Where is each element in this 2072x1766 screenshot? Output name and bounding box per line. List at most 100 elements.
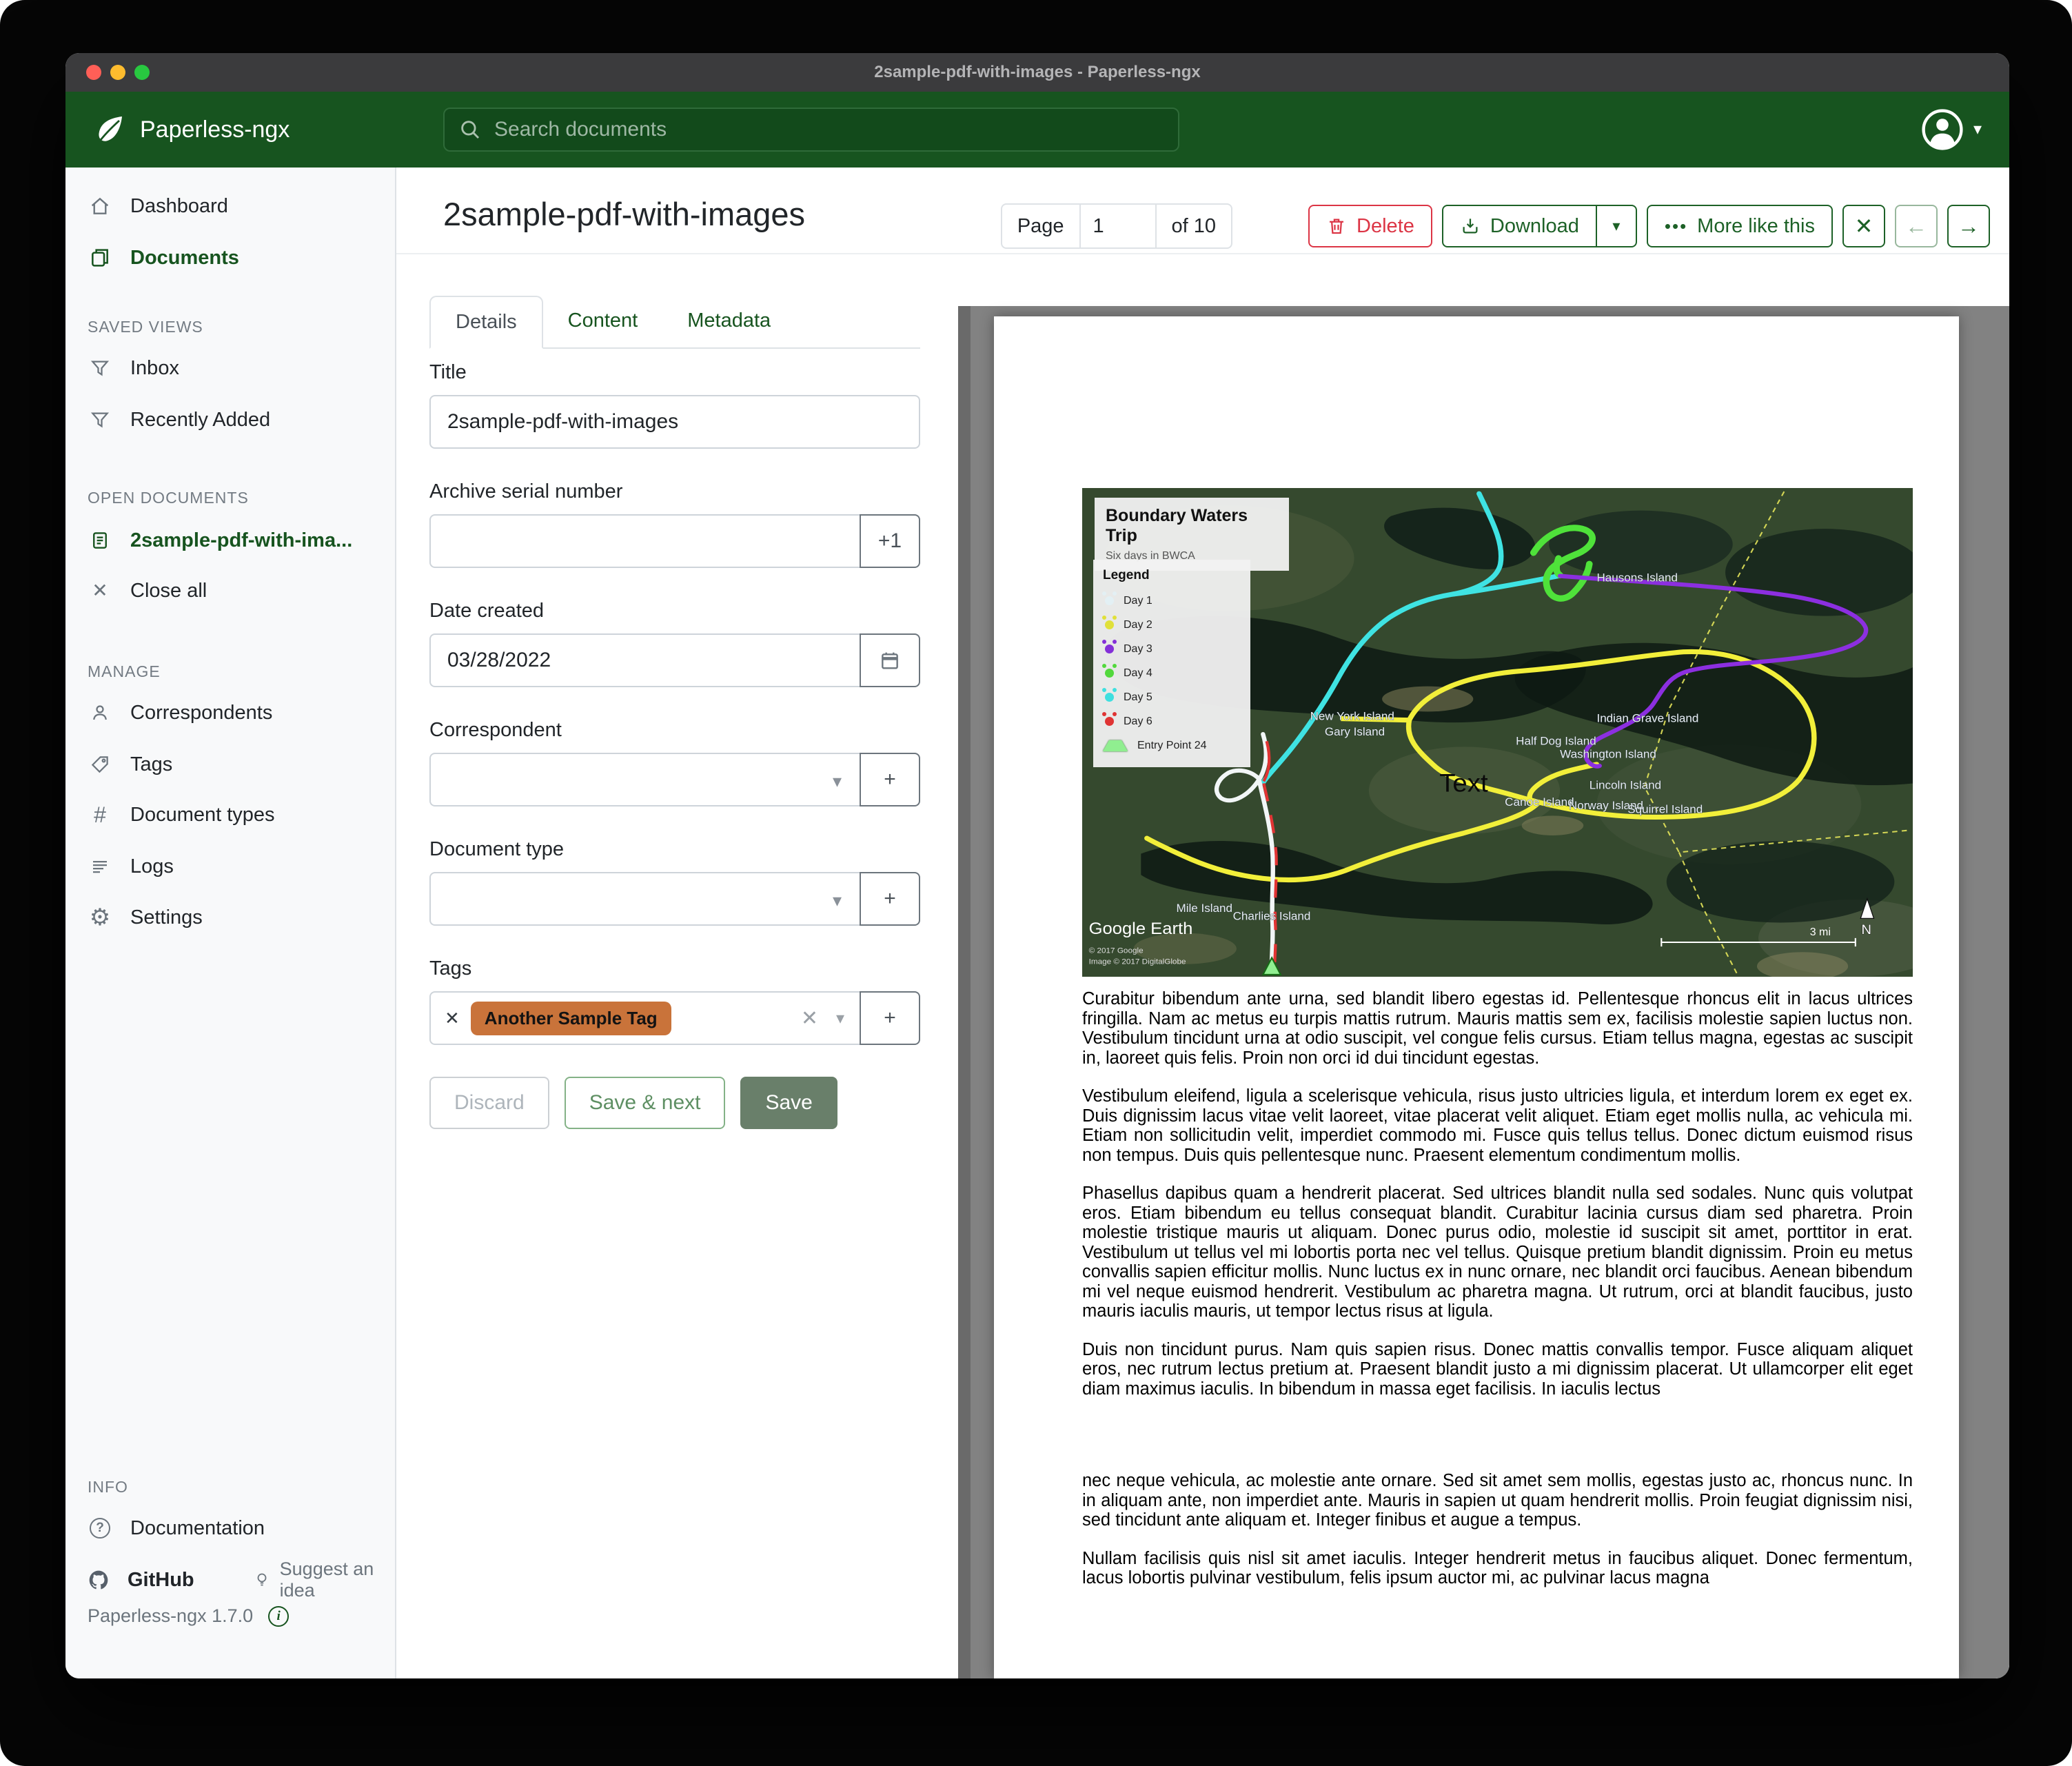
search-input[interactable] xyxy=(493,117,1164,142)
tags-select[interactable]: ✕ Another Sample Tag ✕ ▾ xyxy=(429,991,860,1045)
github-icon xyxy=(88,1569,110,1591)
tab-details[interactable]: Details xyxy=(429,296,543,349)
avatar-icon xyxy=(1921,108,1964,151)
map-label-island: Charlies Island xyxy=(1233,910,1311,923)
arrow-left-icon: ← xyxy=(1905,214,1927,239)
info-icon[interactable]: i xyxy=(268,1606,289,1627)
window-titlebar[interactable]: 2sample-pdf-with-images - Paperless-ngx xyxy=(65,53,2009,92)
lightbulb-icon xyxy=(254,1570,270,1590)
sidebar-item-inbox[interactable]: Inbox xyxy=(65,347,395,389)
save-button[interactable]: Save xyxy=(740,1077,837,1129)
remove-tag-icon[interactable]: ✕ xyxy=(445,1008,460,1029)
list-icon xyxy=(88,856,112,877)
sidebar-item-document-types[interactable]: # Document types xyxy=(65,794,395,835)
sidebar-item-close-all[interactable]: ✕ Close all xyxy=(65,570,395,611)
page-navigator: Page of 10 xyxy=(1001,203,1232,249)
page-break-gap xyxy=(1082,1417,1913,1471)
sidebar-item-label: Inbox xyxy=(130,357,179,380)
sidebar-section-info: INFO xyxy=(88,1478,128,1496)
more-like-this-button[interactable]: ••• More like this xyxy=(1647,205,1833,247)
sidebar-item-dashboard[interactable]: Dashboard xyxy=(65,185,395,227)
preview-scroll-edge[interactable] xyxy=(958,306,971,1678)
sidebar-item-open-document[interactable]: 2sample-pdf-with-ima... xyxy=(65,520,395,561)
download-options-button[interactable]: ▾ xyxy=(1597,205,1637,247)
documents-icon xyxy=(88,247,112,269)
tags-label: Tags xyxy=(429,957,920,980)
user-menu[interactable]: ▾ xyxy=(1921,92,1982,168)
title-label: Title xyxy=(429,361,920,384)
pdf-page: Hausons Island New York Island Gary Isla… xyxy=(994,316,1959,1678)
paragraph: Curabitur bibendum ante urna, sed blandi… xyxy=(1082,989,1913,1068)
sidebar-item-logs[interactable]: Logs xyxy=(65,846,395,887)
sidebar-section-saved-views: SAVED VIEWS xyxy=(88,318,203,336)
close-window-icon[interactable] xyxy=(86,65,101,80)
sidebar-item-label: Close all xyxy=(130,580,207,602)
discard-button[interactable]: Discard xyxy=(429,1077,549,1129)
sidebar-item-github[interactable]: GitHub Suggest an idea xyxy=(65,1559,395,1601)
sidebar-item-label: Documents xyxy=(130,247,239,270)
user-menu-caret-icon: ▾ xyxy=(1973,121,1982,138)
sidebar-item-recently-added[interactable]: Recently Added xyxy=(65,399,395,440)
next-document-button[interactable]: → xyxy=(1947,205,1990,247)
delete-button[interactable]: Delete xyxy=(1308,205,1432,247)
zoom-window-icon[interactable] xyxy=(134,65,150,80)
asn-input[interactable] xyxy=(429,514,860,568)
close-document-button[interactable]: ✕ xyxy=(1842,205,1885,247)
title-input[interactable] xyxy=(429,395,920,449)
legend-item: Day 6 xyxy=(1103,709,1241,733)
sidebar-item-documents[interactable]: Documents xyxy=(65,237,395,278)
tab-content[interactable]: Content xyxy=(543,296,663,347)
asn-next-button[interactable]: +1 xyxy=(860,514,920,568)
document-body-text: Curabitur bibendum ante urna, sed blandi… xyxy=(1082,989,1913,1607)
date-created-input[interactable] xyxy=(429,633,860,687)
close-icon: ✕ xyxy=(1855,213,1873,239)
save-and-next-button[interactable]: Save & next xyxy=(565,1077,726,1129)
detail-tabs: Details Content Metadata xyxy=(429,296,920,349)
day6-marker-icon xyxy=(1105,717,1114,726)
sidebar-item-label: GitHub xyxy=(128,1569,194,1592)
day3-marker-icon xyxy=(1105,645,1114,653)
legend-item: Day 1 xyxy=(1103,589,1241,613)
sidebar-item-tags[interactable]: Tags xyxy=(65,744,395,785)
filter-icon xyxy=(88,409,112,430)
sidebar-item-label: Documentation xyxy=(130,1517,265,1540)
caret-down-icon: ▾ xyxy=(1612,217,1620,235)
search-box[interactable] xyxy=(443,108,1179,152)
download-button[interactable]: Download xyxy=(1442,205,1597,247)
date-picker-button[interactable] xyxy=(860,633,920,687)
minimize-window-icon[interactable] xyxy=(110,65,125,80)
sidebar-item-label: Settings xyxy=(130,906,203,929)
map-label-island: Hausons Island xyxy=(1596,571,1678,585)
page-number-input[interactable] xyxy=(1079,205,1157,247)
clear-tags-icon[interactable]: ✕ xyxy=(801,1006,818,1031)
asn-label: Archive serial number xyxy=(429,480,920,503)
day1-marker-icon xyxy=(1105,596,1114,605)
calendar-icon xyxy=(879,649,901,671)
sidebar-item-documentation[interactable]: ? Documentation xyxy=(65,1508,395,1549)
sidebar-item-correspondents[interactable]: Correspondents xyxy=(65,692,395,733)
paragraph: Nullam facilisis quis nisl sit amet iacu… xyxy=(1082,1549,1913,1588)
correspondent-select[interactable]: ▾ xyxy=(429,753,860,806)
tag-chip[interactable]: Another Sample Tag xyxy=(471,1002,671,1035)
page-total: of 10 xyxy=(1157,205,1232,247)
trash-icon xyxy=(1326,216,1347,236)
add-correspondent-button[interactable]: + xyxy=(860,753,920,806)
brand[interactable]: Paperless-ngx xyxy=(93,92,290,168)
copyright-line: © 2017 Google xyxy=(1089,947,1144,955)
sidebar-item-settings[interactable]: ⚙ Settings xyxy=(65,897,395,938)
person-icon xyxy=(88,702,112,723)
document-type-select[interactable]: ▾ xyxy=(429,872,860,926)
tab-metadata[interactable]: Metadata xyxy=(662,296,795,347)
map-label-island: Gary Island xyxy=(1325,725,1385,738)
window-title: 2sample-pdf-with-images - Paperless-ngx xyxy=(874,63,1200,82)
sidebar-item-suggest-idea[interactable]: Suggest an idea xyxy=(254,1559,395,1601)
page-label: Page xyxy=(1002,205,1079,247)
pdf-preview-pane[interactable]: Hausons Island New York Island Gary Isla… xyxy=(958,306,2009,1678)
add-tag-button[interactable]: + xyxy=(860,991,920,1045)
paragraph: Vestibulum eleifend, ligula a scelerisqu… xyxy=(1082,1086,1913,1165)
caret-down-icon[interactable]: ▾ xyxy=(836,1008,844,1028)
legend-item: Day 4 xyxy=(1103,661,1241,685)
add-document-type-button[interactable]: + xyxy=(860,872,920,926)
previous-document-button[interactable]: ← xyxy=(1895,205,1938,247)
map-label-island: Squirrel Island xyxy=(1627,803,1703,816)
